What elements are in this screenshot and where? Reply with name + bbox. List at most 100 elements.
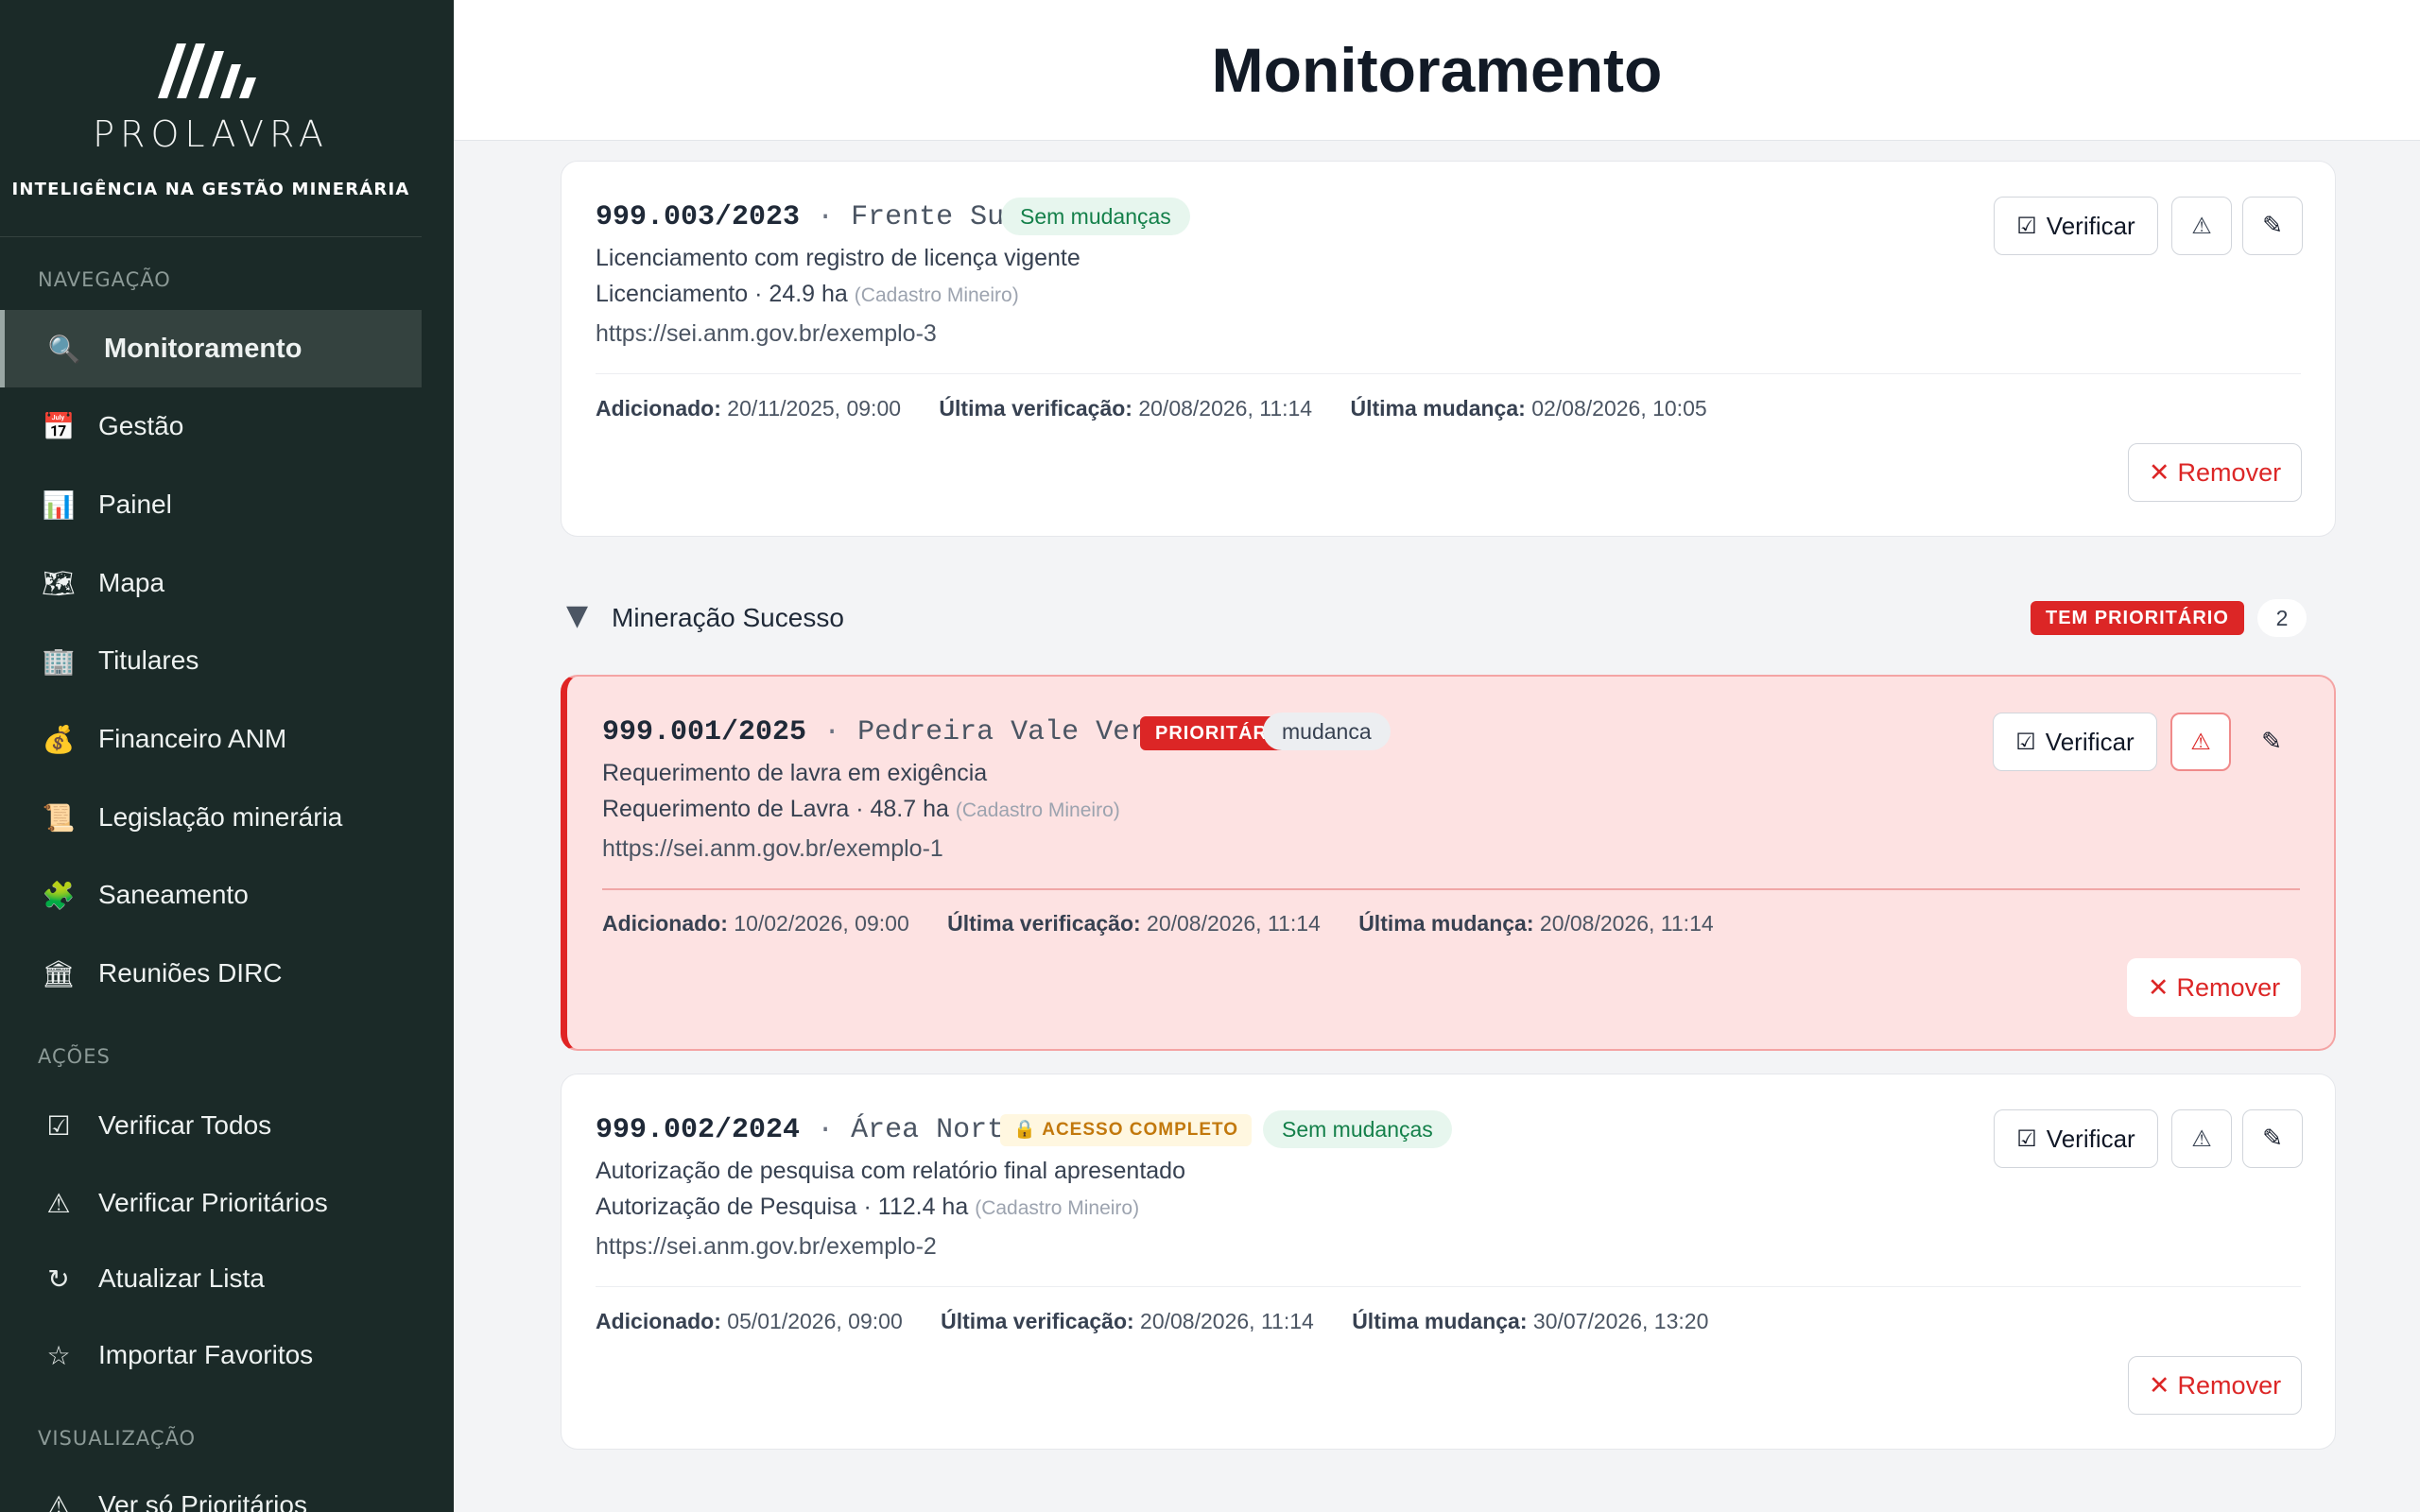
status-badge: Sem mudanças [1263, 1110, 1452, 1148]
card-meta: Adicionado: 10/02/2026, 09:00 Última ver… [602, 911, 1714, 936]
warning-icon: ⚠ [2190, 729, 2211, 755]
verify-label: Verificar [2045, 727, 2135, 756]
added-label: Adicionado: [602, 911, 728, 936]
view-ver-so-prioritarios[interactable]: ⚠ Ver só Prioritários [0, 1467, 422, 1512]
nav-item-label: Saneamento [98, 880, 249, 909]
remove-button[interactable]: ✕ Remover [2128, 443, 2302, 502]
close-icon: ✕ [2147, 972, 2169, 1003]
remove-label: Remover [2177, 457, 2282, 487]
nav-item-legislacao-mineraria[interactable]: 📜 Legislação minerária [0, 779, 422, 856]
magnifier-icon: 🔍 [47, 334, 81, 364]
regime-text: Autorização de Pesquisa · 112.4 ha [596, 1194, 969, 1220]
nav-item-label: Titulares [98, 645, 199, 675]
process-number-line: 999.003/2023 · Frente Sul [596, 201, 1021, 233]
last-check-label: Última verificação: [939, 396, 1132, 421]
action-verificar-todos[interactable]: ☑ Verificar Todos [0, 1087, 422, 1164]
building-icon: 🏢 [42, 645, 76, 676]
priority-toggle-button[interactable]: ⚠ [2171, 1109, 2232, 1168]
nav-item-label: Gestão [98, 411, 184, 440]
card-divider [602, 888, 2300, 890]
remove-label: Remover [2176, 972, 2281, 1002]
nav-item-gestao[interactable]: 📅 Gestão [0, 387, 422, 465]
remove-button[interactable]: ✕ Remover [2127, 958, 2301, 1017]
last-check-value: 20/08/2026, 11:14 [1138, 396, 1313, 421]
process-number-line: 999.002/2024 · Área Norte [596, 1114, 1021, 1146]
group-header[interactable]: ▼ Mineração Sucesso TEM PRIORITÁRIO 2 [561, 590, 2336, 646]
last-check-value: 20/08/2026, 11:14 [1140, 1309, 1314, 1333]
pencil-icon: ✎ [2261, 728, 2282, 756]
process-number: 999.003/2023 [596, 201, 801, 233]
process-description: Requerimento de lavra em exigência [602, 760, 988, 786]
added-label: Adicionado: [596, 396, 721, 421]
process-card: 999.003/2023 · Frente Sul Sem mudanças L… [561, 161, 2336, 537]
verify-button[interactable]: ☑ Verificar [1993, 713, 2157, 771]
verify-label: Verificar [2046, 211, 2135, 240]
collapse-toggle-icon[interactable]: ▼ [566, 599, 588, 632]
action-verificar-prioritarios[interactable]: ⚠ Verificar Prioritários [0, 1164, 422, 1242]
brand-name: PROLAVRA [93, 113, 329, 155]
bar-chart-icon: 📊 [42, 490, 76, 520]
scroll-icon: 📜 [42, 802, 76, 833]
last-change-value: 02/08/2026, 10:05 [1531, 396, 1707, 421]
last-change-value: 20/08/2026, 11:14 [1539, 911, 1714, 936]
warning-icon: ⚠ [46, 1187, 71, 1219]
nav-section-label: NAVEGAÇÃO [38, 268, 171, 291]
card-divider [596, 373, 2301, 374]
nav-item-financeiro-anm[interactable]: 💰 Financeiro ANM [0, 700, 422, 778]
source-label: (Cadastro Mineiro) [854, 284, 1019, 306]
warning-icon: ⚠ [2191, 1125, 2212, 1152]
action-label: Verificar Prioritários [98, 1188, 328, 1217]
added-value: 20/11/2025, 09:00 [727, 396, 902, 421]
verify-label: Verificar [2046, 1124, 2135, 1153]
process-link[interactable]: https://sei.anm.gov.br/exemplo-1 [602, 835, 943, 863]
remove-button[interactable]: ✕ Remover [2128, 1356, 2302, 1415]
nav-item-titulares[interactable]: 🏢 Titulares [0, 622, 422, 699]
edit-button[interactable]: ✎ [2241, 713, 2302, 771]
pencil-icon: ✎ [2262, 1125, 2283, 1153]
money-bag-icon: 💰 [42, 724, 76, 754]
action-atualizar-lista[interactable]: ↻ Atualizar Lista [0, 1240, 422, 1317]
edit-button[interactable]: ✎ [2242, 197, 2303, 255]
process-description: Licenciamento com registro de licença vi… [596, 245, 1080, 271]
verify-button[interactable]: ☑ Verificar [1994, 197, 2158, 255]
nav-item-reunioes-dirc[interactable]: 🏛 Reuniões DIRC [0, 935, 422, 1012]
nav-item-label: Painel [98, 490, 172, 519]
nav-item-label: Monitoramento [104, 333, 302, 364]
nav-item-painel[interactable]: 📊 Painel [0, 466, 422, 543]
nav-item-label: Reuniões DIRC [98, 958, 283, 988]
priority-toggle-button[interactable]: ⚠ [2171, 197, 2232, 255]
classical-building-icon: 🏛 [42, 958, 76, 988]
pencil-icon: ✎ [2262, 212, 2283, 240]
process-number: 999.001/2025 [602, 716, 807, 748]
group-name: Mineração Sucesso [612, 603, 844, 632]
process-regime: Requerimento de Lavra · 48.7 ha (Cadastr… [602, 796, 1120, 823]
edit-button[interactable]: ✎ [2242, 1109, 2303, 1168]
card-divider [596, 1286, 2301, 1287]
checkbox-icon: ☑ [2016, 1125, 2037, 1152]
nav-item-saneamento[interactable]: 🧩 Saneamento [0, 856, 422, 934]
process-link[interactable]: https://sei.anm.gov.br/exemplo-3 [596, 320, 937, 348]
checkbox-icon: ☑ [2015, 729, 2036, 755]
regime-text: Licenciamento · 24.9 ha [596, 281, 848, 307]
card-meta: Adicionado: 20/11/2025, 09:00 Última ver… [596, 396, 1707, 421]
close-icon: ✕ [2148, 1370, 2170, 1400]
process-link[interactable]: https://sei.anm.gov.br/exemplo-2 [596, 1233, 937, 1261]
nav-item-mapa[interactable]: 🗺 Mapa [0, 544, 422, 622]
verify-button[interactable]: ☑ Verificar [1994, 1109, 2158, 1168]
added-value: 10/02/2026, 09:00 [734, 911, 909, 936]
action-importar-favoritos[interactable]: ☆ Importar Favoritos [0, 1316, 422, 1394]
group-count-badge: 2 [2257, 599, 2307, 637]
nav-item-monitoramento[interactable]: 🔍 Monitoramento [0, 310, 422, 387]
separator: · [823, 716, 841, 748]
brand: PROLAVRA INTELIGÊNCIA NA GESTÃO MINERÁRI… [0, 0, 422, 237]
process-name: Pedreira Vale Verde [857, 716, 1182, 748]
warning-icon: ⚠ [2191, 213, 2212, 239]
last-check-value: 20/08/2026, 11:14 [1147, 911, 1321, 936]
nav-item-label: Financeiro ANM [98, 724, 287, 753]
checkbox-icon: ☑ [46, 1109, 71, 1142]
action-label: Importar Favoritos [98, 1340, 314, 1369]
process-description: Autorização de pesquisa com relatório fi… [596, 1158, 1185, 1184]
page-title: Monitoramento [1211, 35, 1663, 105]
access-badge: 🔒 ACESSO COMPLETO [1000, 1114, 1253, 1146]
priority-toggle-button[interactable]: ⚠ [2170, 713, 2231, 771]
